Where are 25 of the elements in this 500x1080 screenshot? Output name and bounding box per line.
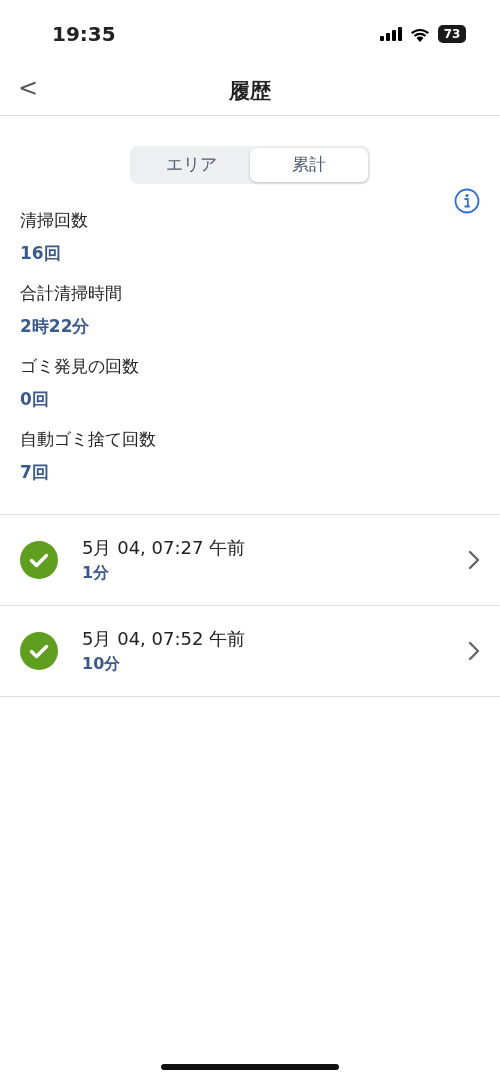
stat-label: 合計清掃時間	[20, 281, 123, 305]
back-button[interactable]: <	[18, 76, 39, 100]
page-title: 履歴	[229, 77, 271, 105]
history-datetime: 5月 04, 07:27 午前	[82, 536, 247, 560]
history-datetime: 5月 04, 07:52 午前	[82, 627, 247, 651]
history-duration: 1分	[82, 562, 111, 584]
stat-label: 自動ゴミ捨て回数	[20, 427, 157, 451]
history-row[interactable]: 5月 04, 07:27 午前 1分	[0, 513, 500, 605]
segment-tab[interactable]: 累計	[250, 148, 368, 182]
chevron-right-icon	[468, 549, 480, 570]
stat-label: 清掃回数	[20, 208, 89, 232]
signal-icon	[380, 27, 402, 41]
stat-value: 16回	[20, 242, 62, 265]
wifi-icon	[410, 26, 430, 42]
info-icon[interactable]	[454, 187, 480, 214]
battery-level: 73	[438, 25, 466, 43]
status-time: 19:35	[52, 21, 116, 48]
stat-value: 2時22分	[20, 315, 91, 338]
chevron-right-icon	[468, 640, 480, 661]
history-duration: 10分	[82, 653, 122, 675]
segment-tab[interactable]: エリア	[132, 148, 250, 182]
history-row[interactable]: 5月 04, 07:52 午前 10分	[0, 604, 500, 696]
stat-value: 7回	[20, 461, 50, 484]
stat-label: ゴミ発見の回数	[20, 354, 140, 378]
stat-value: 0回	[20, 388, 50, 411]
